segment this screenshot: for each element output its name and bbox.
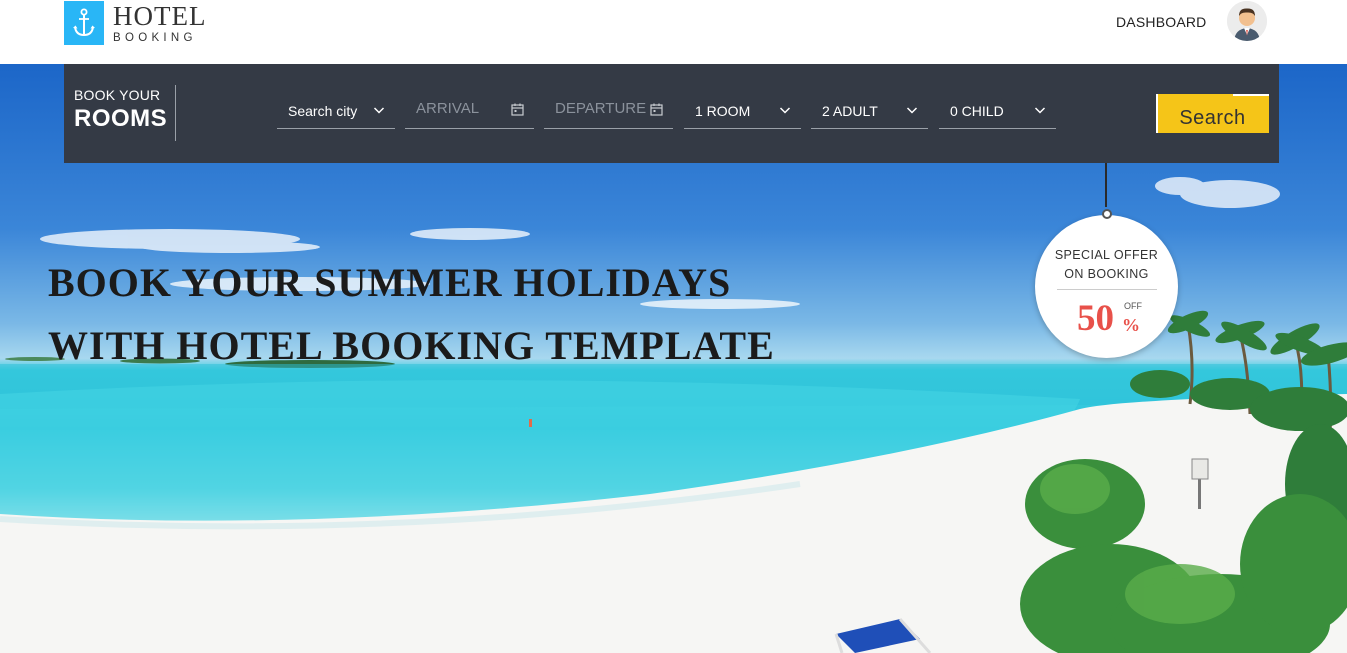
- offer-tag-hole: [1102, 209, 1112, 219]
- site-logo[interactable]: HOTEL BOOKING: [64, 1, 206, 45]
- hero-headline-line2: WITH HOTEL BOOKING TEMPLATE: [48, 323, 775, 368]
- offer-tag-string: [1105, 163, 1107, 207]
- departure-date-input[interactable]: DEPARTURE: [544, 97, 673, 129]
- offer-off-label: OFF: [1124, 301, 1142, 311]
- special-offer-badge[interactable]: SPECIAL OFFER ON BOOKING 50 % OFF: [1035, 209, 1178, 358]
- booking-title: BOOK YOUR ROOMS: [74, 88, 167, 131]
- nav-dashboard-link[interactable]: DASHBOARD: [1116, 14, 1206, 30]
- chevron-down-icon: [906, 103, 918, 119]
- offer-percent-sign: %: [1122, 315, 1140, 335]
- booking-search-bar: BOOK YOUR ROOMS Search city ARRIVAL DEPA…: [64, 64, 1279, 163]
- arrival-date-input[interactable]: ARRIVAL: [405, 97, 534, 129]
- user-avatar-icon[interactable]: [1227, 1, 1267, 41]
- booking-divider: [175, 85, 176, 141]
- hero-headline-line1: BOOK YOUR SUMMER HOLIDAYS: [48, 260, 732, 305]
- booking-title-big: ROOMS: [74, 105, 168, 132]
- booking-title-small: BOOK YOUR: [74, 87, 161, 103]
- city-select-value: Search city: [288, 103, 358, 119]
- offer-divider: [1057, 289, 1157, 290]
- calendar-icon[interactable]: [511, 103, 524, 119]
- offer-value: 50: [1077, 298, 1114, 339]
- logo-subtitle: BOOKING: [113, 32, 197, 44]
- departure-placeholder: DEPARTURE: [555, 100, 647, 117]
- rooms-select-value: 1 ROOM: [695, 103, 751, 119]
- logo-title: HOTEL: [113, 1, 207, 31]
- anchor-icon: [64, 1, 104, 45]
- search-button[interactable]: Search: [1156, 94, 1269, 133]
- city-select[interactable]: Search city: [277, 97, 395, 129]
- rooms-select[interactable]: 1 ROOM: [684, 97, 801, 129]
- offer-line2: ON BOOKING: [1064, 267, 1149, 281]
- adults-select[interactable]: 2 ADULT: [811, 97, 928, 129]
- arrival-placeholder: ARRIVAL: [416, 100, 480, 117]
- children-select[interactable]: 0 CHILD: [939, 97, 1056, 129]
- chevron-down-icon: [373, 103, 385, 119]
- chevron-down-icon: [1034, 103, 1046, 119]
- children-select-value: 0 CHILD: [950, 103, 1004, 119]
- offer-line1: SPECIAL OFFER: [1054, 248, 1159, 262]
- adults-select-value: 2 ADULT: [822, 103, 878, 119]
- top-header: HOTEL BOOKING DASHBOARD: [0, 0, 1347, 64]
- calendar-icon[interactable]: [650, 103, 663, 119]
- chevron-down-icon: [779, 103, 791, 119]
